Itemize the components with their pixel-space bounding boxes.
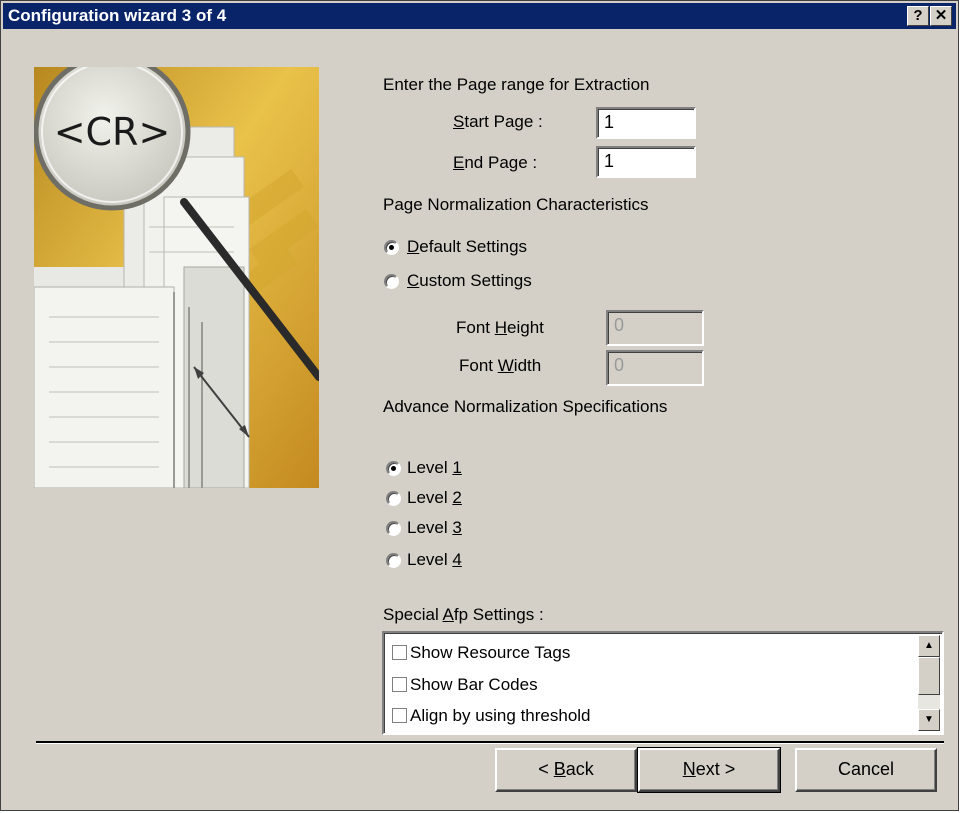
page-range-heading: Enter the Page range for Extraction — [383, 75, 650, 94]
back-button[interactable]: < Back — [495, 748, 637, 792]
special-afp-listbox[interactable]: Show Resource Tags Show Bar Codes Align … — [382, 631, 944, 735]
next-button[interactable]: Next > — [637, 747, 781, 793]
arrow-down-icon: ▼ — [924, 714, 934, 725]
level-1-radio[interactable] — [386, 461, 401, 476]
level-3-radio[interactable] — [386, 521, 401, 536]
level-4-radio[interactable] — [386, 553, 401, 568]
close-icon: ✕ — [934, 7, 948, 24]
cancel-button[interactable]: Cancel — [795, 748, 937, 792]
level-1-label[interactable]: Level 1 — [407, 458, 462, 478]
default-settings-label[interactable]: Default Settings — [407, 237, 527, 257]
start-page-label: Start Page : — [453, 112, 543, 131]
end-page-input[interactable]: 1 — [596, 146, 696, 178]
level-4-label[interactable]: Level 4 — [407, 550, 462, 570]
font-width-input[interactable]: 0 — [606, 350, 704, 386]
default-settings-radio[interactable] — [384, 240, 399, 255]
custom-settings-label[interactable]: Custom Settings — [407, 271, 532, 291]
checkbox[interactable] — [392, 677, 407, 692]
title-bar[interactable]: Configuration wizard 3 of 4 ? ✕ — [3, 3, 956, 29]
magnifier-documents-illustration: <CR> — [34, 67, 319, 488]
advanced-heading: Advance Normalization Specifications — [383, 397, 668, 416]
level-3-label[interactable]: Level 3 — [407, 518, 462, 538]
end-page-label: End Page : — [453, 153, 538, 172]
special-afp-heading: Special Afp Settings : — [383, 605, 544, 624]
help-button[interactable]: ? — [907, 6, 929, 26]
cr-logo-text: <CR> — [54, 110, 171, 154]
list-item[interactable]: Align by using threshold — [392, 706, 591, 732]
font-height-label: Font Height — [456, 318, 544, 337]
window-title: Configuration wizard 3 of 4 — [8, 6, 227, 25]
scroll-down-button[interactable]: ▼ — [918, 709, 940, 731]
level-2-radio[interactable] — [386, 491, 401, 506]
wizard-illustration: <CR> — [34, 67, 319, 488]
level-2-label[interactable]: Level 2 — [407, 488, 462, 508]
start-page-input[interactable]: 1 — [596, 107, 696, 139]
close-button[interactable]: ✕ — [930, 6, 952, 26]
configuration-wizard-dialog: Configuration wizard 3 of 4 ? ✕ <CR> Ent… — [0, 0, 959, 811]
list-item[interactable]: Show Bar Codes — [392, 675, 538, 701]
custom-settings-radio[interactable] — [384, 274, 399, 289]
list-item[interactable]: Show Resource Tags — [392, 643, 570, 669]
checkbox[interactable] — [392, 645, 407, 660]
scroll-thumb[interactable] — [918, 657, 940, 695]
normalization-heading: Page Normalization Characteristics — [383, 195, 649, 214]
arrow-up-icon: ▲ — [924, 640, 934, 651]
listbox-scrollbar[interactable]: ▲ ▼ — [918, 635, 940, 731]
font-width-label: Font Width — [459, 356, 542, 375]
checkbox[interactable] — [392, 708, 407, 723]
button-separator-highlight — [36, 743, 944, 744]
font-height-input[interactable]: 0 — [606, 310, 704, 346]
scroll-up-button[interactable]: ▲ — [918, 635, 940, 657]
